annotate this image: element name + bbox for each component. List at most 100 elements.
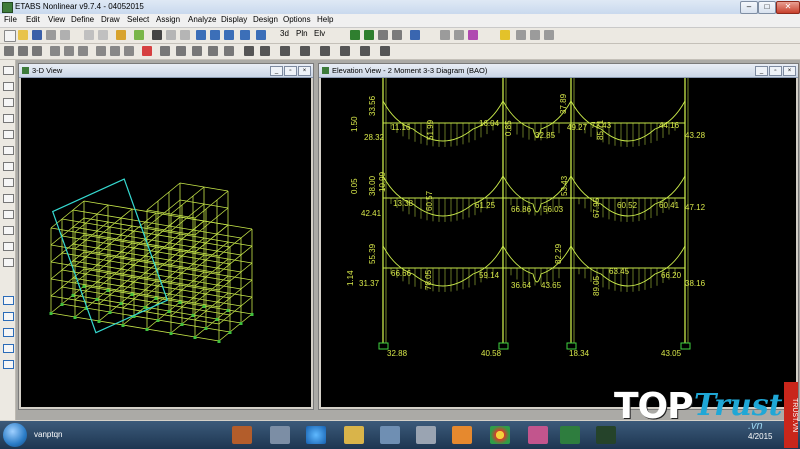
grid-icon[interactable]: [224, 46, 234, 56]
draw-wall-tool-icon[interactable]: [3, 178, 14, 187]
show-deformed-icon[interactable]: [440, 30, 450, 40]
reference-point-icon[interactable]: [192, 46, 202, 56]
merge-icon[interactable]: [320, 46, 330, 56]
minimize-button[interactable]: –: [740, 1, 758, 14]
window-elevation-minimize-button[interactable]: _: [755, 66, 768, 76]
elevation-view-button[interactable]: Elv: [314, 29, 325, 39]
menu-assign[interactable]: Assign: [156, 15, 180, 24]
extrude-icon[interactable]: [280, 46, 290, 56]
print-icon[interactable]: [46, 30, 56, 40]
draw-area-tool-icon[interactable]: [3, 162, 14, 171]
window-3d-close-button[interactable]: ×: [298, 66, 311, 76]
taskbar-foxit-icon[interactable]: [452, 426, 472, 444]
taskbar-excel-icon[interactable]: [560, 426, 580, 444]
restore-view-icon[interactable]: [180, 30, 190, 40]
taskbar-internet-explorer-icon[interactable]: [306, 426, 326, 444]
close-button[interactable]: ✕: [776, 1, 800, 14]
pointer-icon[interactable]: [152, 30, 162, 40]
assign-restraint-icon[interactable]: [142, 46, 152, 56]
draw-frame-icon[interactable]: [4, 46, 14, 56]
view-3d-button[interactable]: 3d: [280, 29, 289, 39]
lightning-icon[interactable]: [500, 30, 510, 40]
show-stress-icon[interactable]: [468, 30, 478, 40]
pointer-tool-icon[interactable]: [3, 66, 14, 75]
menu-analyze[interactable]: Analyze: [188, 15, 216, 24]
show-forces-icon[interactable]: [454, 30, 464, 40]
draw-floor-icon[interactable]: [110, 46, 120, 56]
get-previous-tool-icon[interactable]: [3, 312, 14, 321]
taskbar-snipping-icon[interactable]: [528, 426, 548, 444]
taskbar-paint-icon[interactable]: [416, 426, 436, 444]
taskbar-explorer-icon[interactable]: [344, 426, 364, 444]
menu-define[interactable]: Define: [71, 15, 94, 24]
taskbar-app-icon[interactable]: [232, 426, 252, 444]
zoom-window-icon[interactable]: [240, 30, 250, 40]
model-3d-canvas[interactable]: [21, 78, 311, 407]
new-model-icon[interactable]: [4, 30, 16, 42]
draw-column-icon[interactable]: [64, 46, 74, 56]
design-icon[interactable]: [516, 30, 526, 40]
menu-select[interactable]: Select: [127, 15, 149, 24]
print-preview-icon[interactable]: [60, 30, 70, 40]
save-icon[interactable]: [32, 30, 42, 40]
lock-icon[interactable]: [116, 30, 126, 40]
draw-poly-tool-icon[interactable]: [3, 226, 14, 235]
menu-edit[interactable]: Edit: [26, 15, 40, 24]
reshape-tool-icon[interactable]: [3, 82, 14, 91]
divide-icon[interactable]: [340, 46, 350, 56]
plan-view-button[interactable]: Pln: [296, 29, 308, 39]
join-icon[interactable]: [360, 46, 370, 56]
draw-brace-icon[interactable]: [78, 46, 88, 56]
menu-view[interactable]: View: [48, 15, 65, 24]
concrete-design-icon[interactable]: [544, 30, 554, 40]
dimension-icon[interactable]: [176, 46, 186, 56]
draw-line-tool-icon[interactable]: [3, 114, 14, 123]
run-analysis-icon[interactable]: [134, 30, 144, 40]
draw-wall-icon[interactable]: [96, 46, 106, 56]
menu-file[interactable]: File: [4, 15, 17, 24]
window-3d-restore-button[interactable]: ▫: [284, 66, 297, 76]
menu-draw[interactable]: Draw: [101, 15, 120, 24]
draw-rectangle-tool-icon[interactable]: [3, 210, 14, 219]
draw-point-icon[interactable]: [32, 46, 42, 56]
move-down-icon[interactable]: [364, 30, 374, 40]
reference-line-icon[interactable]: [208, 46, 218, 56]
draw-opening-icon[interactable]: [124, 46, 134, 56]
maximize-button[interactable]: □: [758, 1, 776, 14]
zoom-out-icon[interactable]: [210, 30, 220, 40]
draw-area-icon[interactable]: [18, 46, 28, 56]
replicate-icon[interactable]: [300, 46, 310, 56]
start-button[interactable]: [3, 423, 27, 447]
pan-icon[interactable]: [224, 30, 234, 40]
select-object-icon[interactable]: [244, 46, 254, 56]
taskbar-chrome-icon[interactable]: [490, 426, 510, 444]
draw-beam-icon[interactable]: [50, 46, 60, 56]
window-elevation-close-button[interactable]: ×: [783, 66, 796, 76]
draw-brace-tool-icon[interactable]: [3, 146, 14, 155]
open-icon[interactable]: [18, 30, 28, 40]
label-icon[interactable]: [260, 46, 270, 56]
intersecting-line-tool-icon[interactable]: [3, 344, 14, 353]
zoom-in-icon[interactable]: [196, 30, 206, 40]
set-display-options-icon[interactable]: [392, 30, 402, 40]
select-all-tool-icon[interactable]: [3, 296, 14, 305]
draw-ramp-tool-icon[interactable]: [3, 242, 14, 251]
section-cut-icon[interactable]: [160, 46, 170, 56]
menu-options[interactable]: Options: [283, 15, 311, 24]
steel-design-icon[interactable]: [530, 30, 540, 40]
draw-opening-tool-icon[interactable]: [3, 194, 14, 203]
menu-design[interactable]: Design: [253, 15, 278, 24]
perspective-icon[interactable]: [378, 30, 388, 40]
elevation-canvas[interactable]: 33.56 1.50 28.32 11.16 16.04 51.99 0.85 32.85 49…: [321, 78, 796, 407]
menu-display[interactable]: Display: [221, 15, 247, 24]
window-elevation-restore-button[interactable]: ▫: [769, 66, 782, 76]
draw-stair-tool-icon[interactable]: [3, 258, 14, 267]
draw-point-tool-icon[interactable]: [3, 98, 14, 107]
move-up-icon[interactable]: [350, 30, 360, 40]
taskbar-calculator-icon[interactable]: [270, 426, 290, 444]
menu-help[interactable]: Help: [317, 15, 333, 24]
draw-line-2-tool-icon[interactable]: [3, 130, 14, 139]
undo-icon[interactable]: [84, 30, 94, 40]
refresh-icon[interactable]: [256, 30, 266, 40]
window-3d-minimize-button[interactable]: _: [270, 66, 283, 76]
